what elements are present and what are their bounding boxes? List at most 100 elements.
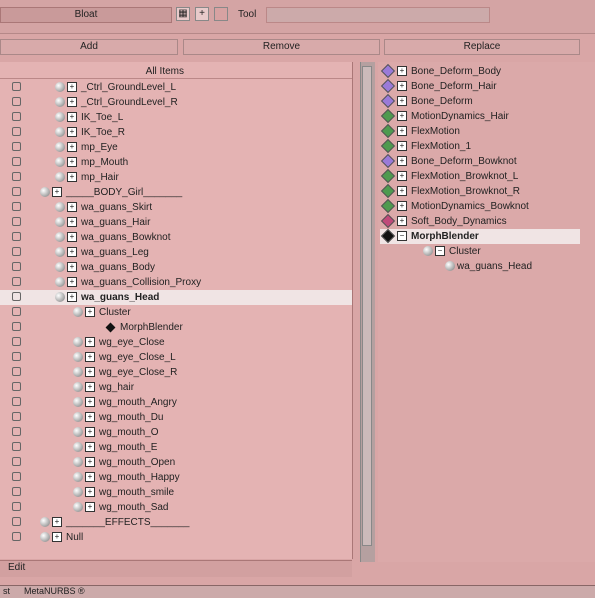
expand-icon[interactable]: + xyxy=(67,292,77,303)
tree-item[interactable]: + _Ctrl_GroundLevel_R xyxy=(55,95,178,110)
expand-icon[interactable]: + xyxy=(397,156,407,167)
lock-icon[interactable] xyxy=(12,202,21,211)
tree-item[interactable]: + mp_Hair xyxy=(55,170,119,185)
lock-icon[interactable] xyxy=(12,97,21,106)
expand-icon[interactable]: + xyxy=(397,66,407,77)
visibility-lock-cell[interactable] xyxy=(0,320,38,335)
tree-row[interactable]: + IK_Toe_R xyxy=(0,125,352,140)
visibility-lock-cell[interactable] xyxy=(0,425,38,440)
tree-row[interactable]: + Cluster xyxy=(0,305,352,320)
tree-item[interactable]: + wa_guans_Skirt xyxy=(55,200,152,215)
deformer-row[interactable]: + MotionDynamics_Hair xyxy=(380,109,509,124)
tree-item[interactable]: + mp_Mouth xyxy=(55,155,128,170)
tree-item[interactable]: + wa_guans_Head xyxy=(55,290,159,305)
lock-icon[interactable] xyxy=(12,442,21,451)
visibility-lock-cell[interactable] xyxy=(0,440,38,455)
expand-icon[interactable]: + xyxy=(397,126,407,137)
lock-icon[interactable] xyxy=(12,142,21,151)
lock-icon[interactable] xyxy=(12,172,21,181)
tree-item[interactable]: + wg_eye_Close xyxy=(73,335,165,350)
tree-item[interactable]: + wg_mouth_E xyxy=(73,440,157,455)
tree-row[interactable]: + _____BODY_Girl_______ xyxy=(0,185,352,200)
visibility-lock-cell[interactable] xyxy=(0,245,38,260)
visibility-lock-cell[interactable] xyxy=(0,215,38,230)
visibility-lock-cell[interactable] xyxy=(0,110,38,125)
tree-row[interactable]: + wg_eye_Close xyxy=(0,335,352,350)
tree-item[interactable]: + wa_guans_Bowknot xyxy=(55,230,171,245)
lock-icon[interactable] xyxy=(12,517,21,526)
expand-icon[interactable]: + xyxy=(85,442,95,453)
visibility-lock-cell[interactable] xyxy=(0,125,38,140)
expand-icon[interactable]: + xyxy=(67,82,77,93)
tree-row[interactable]: + IK_Toe_L xyxy=(0,110,352,125)
tree-row[interactable]: + wg_mouth_Open xyxy=(0,455,352,470)
lock-icon[interactable] xyxy=(12,352,21,361)
visibility-lock-cell[interactable] xyxy=(0,155,38,170)
deformer-row[interactable]: + Bone_Deform xyxy=(380,94,473,109)
expand-icon[interactable]: + xyxy=(85,367,95,378)
expand-icon[interactable]: + xyxy=(85,412,95,423)
expand-icon[interactable]: + xyxy=(397,81,407,92)
expand-icon[interactable]: + xyxy=(52,187,62,198)
expand-icon[interactable]: + xyxy=(67,202,77,213)
tree-row[interactable]: + wg_eye_Close_L xyxy=(0,350,352,365)
deformer-row[interactable]: + FlexMotion_1 xyxy=(380,139,471,154)
tree-item[interactable]: + IK_Toe_L xyxy=(55,110,123,125)
tool-input[interactable] xyxy=(266,7,490,23)
lock-icon[interactable] xyxy=(12,412,21,421)
tree-row[interactable]: + wg_mouth_O xyxy=(0,425,352,440)
expand-icon[interactable]: − xyxy=(435,246,445,257)
tree-item[interactable]: + wg_mouth_smile xyxy=(73,485,174,500)
lock-icon[interactable] xyxy=(12,427,21,436)
bloat-dropdown[interactable]: Bloat xyxy=(0,7,172,23)
tree-row[interactable]: + wg_mouth_Sad xyxy=(0,500,352,515)
tree-row[interactable]: + wg_mouth_Angry xyxy=(0,395,352,410)
tab-metanurbs[interactable]: MetaNURBS ® xyxy=(24,586,85,596)
lock-icon[interactable] xyxy=(12,487,21,496)
replace-button[interactable]: Replace xyxy=(384,39,580,55)
expand-icon[interactable]: + xyxy=(397,111,407,122)
expand-icon[interactable]: + xyxy=(397,96,407,107)
tree-item[interactable]: + IK_Toe_R xyxy=(55,125,125,140)
visibility-lock-cell[interactable] xyxy=(0,335,38,350)
tree-item[interactable]: + _Ctrl_GroundLevel_L xyxy=(55,80,176,95)
expand-icon[interactable]: + xyxy=(397,171,407,182)
visibility-lock-cell[interactable] xyxy=(0,275,38,290)
tree-row[interactable]: + wa_guans_Head xyxy=(0,290,352,305)
visibility-lock-cell[interactable] xyxy=(0,95,38,110)
tree-row[interactable]: + wg_mouth_Du xyxy=(0,410,352,425)
visibility-lock-cell[interactable] xyxy=(0,470,38,485)
expand-icon[interactable]: + xyxy=(397,186,407,197)
deformer-row[interactable]: + Bone_Deform_Hair xyxy=(380,79,497,94)
tree-row[interactable]: + wg_hair xyxy=(0,380,352,395)
tree-row[interactable]: + wa_guans_Hair xyxy=(0,215,352,230)
tree-item[interactable]: + wa_guans_Body xyxy=(55,260,155,275)
expand-icon[interactable]: + xyxy=(85,472,95,483)
lock-icon[interactable] xyxy=(12,277,21,286)
tree-row[interactable]: + mp_Eye xyxy=(0,140,352,155)
tree-row[interactable]: + wg_mouth_smile xyxy=(0,485,352,500)
lock-icon[interactable] xyxy=(12,217,21,226)
visibility-lock-cell[interactable] xyxy=(0,455,38,470)
tree-row[interactable]: + mp_Hair xyxy=(0,170,352,185)
lock-icon[interactable] xyxy=(12,307,21,316)
lock-icon[interactable] xyxy=(12,292,21,301)
tree-item[interactable]: + wg_mouth_Sad xyxy=(73,500,169,515)
expand-icon[interactable]: + xyxy=(85,427,95,438)
visibility-lock-cell[interactable] xyxy=(0,410,38,425)
deformer-row[interactable]: + MotionDynamics_Bowknot xyxy=(380,199,529,214)
expand-icon[interactable]: + xyxy=(67,157,77,168)
expand-icon[interactable]: + xyxy=(67,217,77,228)
lock-icon[interactable] xyxy=(12,457,21,466)
visibility-lock-cell[interactable] xyxy=(0,290,38,305)
tree-row[interactable]: + wa_guans_Leg xyxy=(0,245,352,260)
lock-icon[interactable] xyxy=(12,262,21,271)
visibility-lock-cell[interactable] xyxy=(0,485,38,500)
deformer-row[interactable]: + Bone_Deform_Bowknot xyxy=(380,154,517,169)
lock-icon[interactable] xyxy=(12,367,21,376)
add-button[interactable]: Add xyxy=(0,39,178,55)
edit-button[interactable]: Edit xyxy=(8,562,25,573)
tree-item[interactable]: + wg_eye_Close_L xyxy=(73,350,176,365)
visibility-lock-cell[interactable] xyxy=(0,380,38,395)
tree-item[interactable]: + wg_mouth_Du xyxy=(73,410,163,425)
